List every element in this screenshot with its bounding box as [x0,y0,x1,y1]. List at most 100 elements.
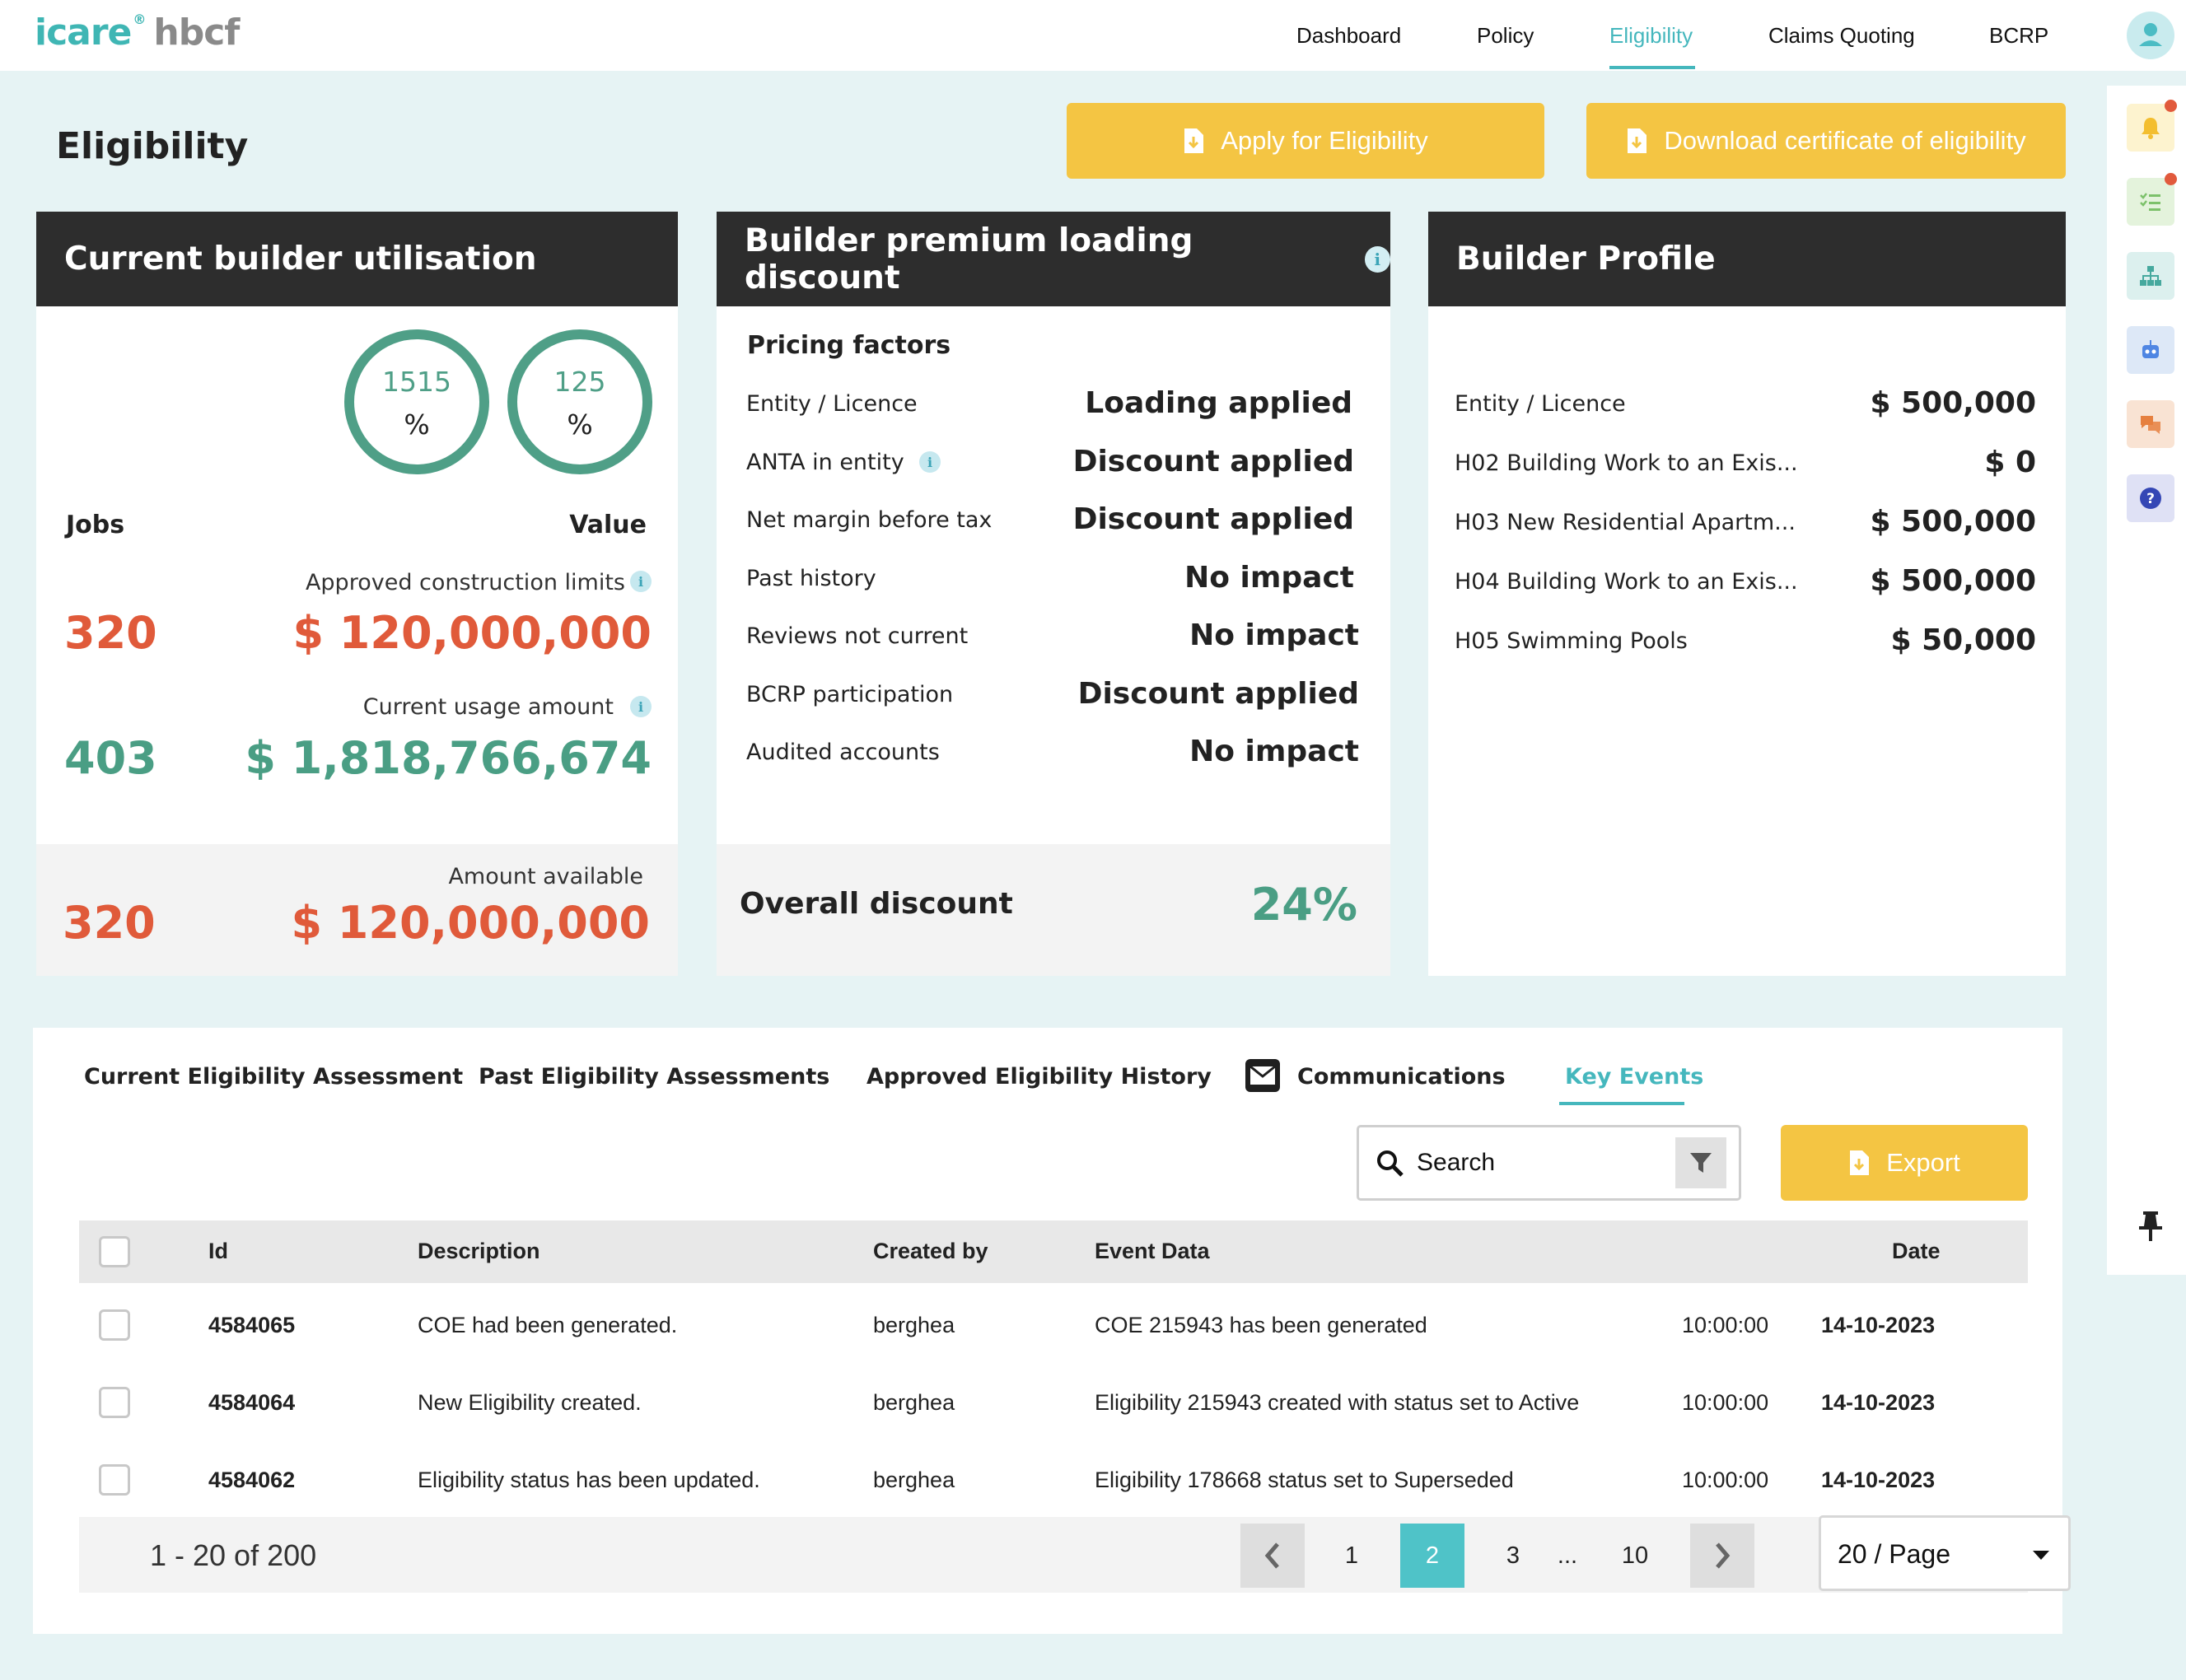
next-page-button[interactable] [1690,1524,1754,1588]
page-size-value: 20 / Page [1838,1539,1950,1569]
pricing-factors-label: Pricing factors [747,331,951,360]
row-event-data: COE 215943 has been generated [1095,1313,1427,1337]
tasks-button[interactable] [2127,178,2174,226]
info-icon[interactable]: i [919,451,941,473]
column-created-by[interactable]: Created by [873,1239,988,1264]
apply-for-eligibility-button[interactable]: Apply for Eligibility [1067,103,1544,179]
nav-policy[interactable]: Policy [1477,23,1534,49]
row-id: 4584064 [208,1390,296,1415]
task-badge [2165,173,2177,185]
table-row[interactable]: 4584065 COE had been generated. berghea … [79,1288,2028,1362]
nav-bcrp[interactable]: BCRP [1989,23,2048,49]
hierarchy-button[interactable] [2127,252,2174,300]
brand-name-a: icare [35,12,132,54]
value-ring-unit: % [567,408,593,441]
robot-icon [2142,340,2159,358]
builder-profile-card: Builder Profile Entity / Licence $ 500,0… [1428,212,2066,976]
brand-logo[interactable]: icare ® hbcf [35,12,240,54]
active-tab-indicator [1559,1102,1684,1105]
export-button[interactable]: Export [1781,1125,2028,1201]
checklist-icon [2140,193,2160,211]
pagination-range: 1 - 20 of 200 [150,1538,317,1572]
hierarchy-icon [2140,266,2161,286]
page-size-select[interactable]: 20 / Page [1819,1515,2071,1591]
profile-label: H04 Building Work to an Exis... [1455,569,1798,595]
row-time: 10:00:00 [1682,1468,1769,1492]
page-10-button[interactable]: 10 [1603,1524,1667,1588]
apply-button-label: Apply for Eligibility [1221,126,1428,155]
page-title: Eligibility [56,125,249,167]
nav-claims-quoting[interactable]: Claims Quoting [1768,23,1915,49]
column-id[interactable]: Id [208,1239,228,1264]
assistant-button[interactable] [2127,326,2174,374]
filter-button[interactable] [1675,1137,1726,1188]
column-event-data[interactable]: Event Data [1095,1239,1210,1264]
discount-title: Builder premium loading discount [745,222,1193,296]
row-checkbox[interactable] [99,1309,130,1341]
page-1-button[interactable]: 1 [1320,1524,1384,1588]
chat-button[interactable] [2127,400,2174,448]
tab-key-events[interactable]: Key Events [1565,1064,1703,1090]
tab-communications[interactable]: Communications [1297,1064,1506,1090]
nav-eligibility[interactable]: Eligibility [1609,23,1693,49]
utilisation-title: Current builder utilisation [64,240,537,278]
overall-discount-section: Overall discount 24% [717,844,1390,976]
profile-label: H03 New Residential Apartm... [1455,510,1796,535]
factor-label: Reviews not current [746,623,969,649]
help-button[interactable]: ? [2127,474,2174,522]
column-description[interactable]: Description [418,1239,540,1264]
table-row[interactable]: 4584062 Eligibility status has been upda… [79,1443,2028,1517]
export-label: Export [1886,1148,1960,1177]
factor-value: No impact [1189,618,1359,652]
tab-current-eligibility-assessment[interactable]: Current Eligibility Assessment [84,1064,463,1090]
profile-label: H02 Building Work to an Exis... [1455,450,1798,476]
approved-amount: $ 120,000,000 [292,607,652,659]
nav-active-indicator [1609,66,1695,69]
utilisation-card-title: Current builder utilisation [36,212,678,306]
search-input[interactable]: Search [1357,1125,1741,1201]
usage-jobs: 403 [64,732,157,784]
page-2-button[interactable]: 2 [1400,1524,1464,1588]
profile-value: $ 500,000 [1870,564,2036,598]
info-icon[interactable]: i [630,571,652,592]
row-checkbox[interactable] [99,1464,130,1496]
records-panel: Current Eligibility Assessment Past Elig… [33,1028,2071,1634]
nav-dashboard[interactable]: Dashboard [1296,23,1401,49]
document-download-icon [1850,1150,1870,1175]
row-date: 14-10-2023 [1821,1313,1936,1337]
premium-discount-card: Builder premium loading discount i Prici… [717,212,1390,976]
chevron-right-icon [1716,1542,1731,1569]
premium-discount-card-title: Builder premium loading discount i [717,212,1390,306]
info-icon[interactable]: i [630,696,652,717]
utilisation-card: Current builder utilisation 1515 % 125 %… [36,212,678,976]
column-date[interactable]: Date [1892,1239,1941,1264]
tab-past-eligibility-assessments[interactable]: Past Eligibility Assessments [479,1064,829,1090]
profile-value: $ 50,000 [1890,623,2036,657]
profile-label: Entity / Licence [1455,391,1626,417]
info-icon[interactable]: i [1364,245,1390,273]
page-ellipsis: ... [1557,1542,1578,1569]
download-certificate-button[interactable]: Download certificate of eligibility [1586,103,2066,179]
row-description: COE had been generated. [418,1313,678,1337]
pagination-bar: 1 - 20 of 200 1 2 3 ... 10 20 / Page [79,1515,2071,1593]
user-icon [2139,23,2162,46]
tab-approved-eligibility-history[interactable]: Approved Eligibility History [866,1064,1212,1090]
row-checkbox[interactable] [99,1387,130,1418]
row-description: New Eligibility created. [418,1390,642,1415]
factor-value: No impact [1189,735,1359,768]
pin-button[interactable] [2127,1202,2174,1250]
prev-page-button[interactable] [1240,1524,1305,1588]
factor-label: Audited accounts [746,740,940,765]
pin-icon [2139,1211,2162,1241]
search-placeholder: Search [1417,1149,1496,1176]
factor-value: Discount applied [1072,502,1354,536]
row-event-data: Eligibility 215943 created with status s… [1095,1390,1580,1415]
user-avatar[interactable] [2127,12,2174,59]
select-all-checkbox[interactable] [99,1236,130,1267]
jobs-ring-value: 1515 [382,366,451,398]
search-icon [1377,1150,1404,1177]
table-row[interactable]: 4584064 New Eligibility created. berghea… [79,1365,2028,1440]
chat-icon [2141,416,2160,434]
profile-label: H05 Swimming Pools [1455,628,1688,654]
row-created-by: berghea [873,1468,955,1492]
